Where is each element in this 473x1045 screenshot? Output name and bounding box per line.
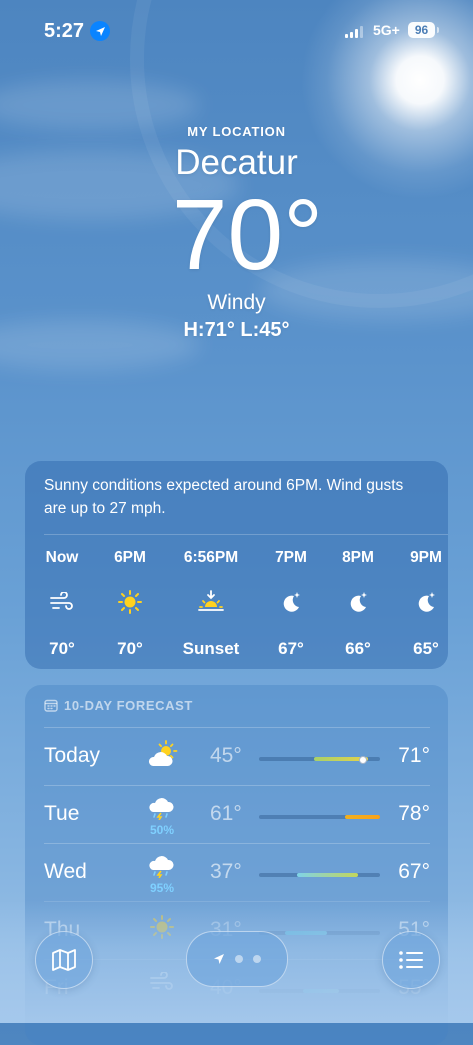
location-arrow-icon [214, 954, 224, 964]
thunderstorm-rain-icon: 95% [142, 856, 182, 895]
moon-stars-icon [261, 589, 321, 615]
hour-label: Now [45, 549, 79, 566]
current-temperature-marker [359, 756, 367, 764]
cellular-signal-icon [345, 26, 363, 38]
city-name: Decatur [175, 143, 298, 182]
current-temperature: 70° [171, 179, 324, 291]
wind-icon [32, 589, 92, 615]
hour-label: 7PM [275, 549, 307, 566]
hour-item: 7PM 67° [261, 549, 321, 659]
forecast-row-wed[interactable]: Wed 95% 37° 67° [44, 843, 430, 902]
page-dot[interactable] [253, 955, 261, 963]
low-temperature: 61° [210, 802, 242, 825]
hour-item: 6:56PM Sunset [181, 549, 241, 659]
high-temperature: 71° [398, 744, 430, 767]
forecast-row-tue[interactable]: Tue 50% 61° 78° [44, 785, 430, 844]
condition-text: Windy [207, 291, 266, 314]
day-label: Today [44, 744, 101, 767]
high-temperature: 67° [398, 860, 430, 883]
sun-icon [142, 914, 182, 945]
sunset-icon [181, 589, 241, 615]
battery-level: 96 [414, 23, 429, 37]
map-icon [52, 949, 76, 971]
hour-item: Now 70° [32, 549, 92, 659]
battery-icon: 96 [408, 22, 435, 38]
precipitation-chance: 95% [149, 881, 175, 895]
hour-value: Sunset [182, 639, 240, 658]
hour-temperature: 67° [278, 639, 304, 658]
ten-day-forecast-card[interactable]: 10-DAY FORECAST Today 45° 71° Tue 50% 61… [25, 685, 448, 1045]
hour-item: 9PM 65° [396, 549, 456, 659]
hour-temperature: 70° [49, 639, 75, 658]
divider [44, 534, 448, 535]
network-type: 5G+ [373, 22, 400, 38]
thunderstorm-rain-icon: 50% [142, 798, 182, 837]
list-icon [399, 951, 423, 969]
forecast-title: 10-DAY FORECAST [64, 698, 193, 713]
hourly-forecast-card[interactable]: Sunny conditions expected around 6PM. Wi… [25, 461, 448, 669]
wind-icon [142, 971, 182, 997]
day-label: Tue [44, 802, 80, 825]
high-temperature: 78° [398, 802, 430, 825]
temperature-range-bar [259, 989, 380, 993]
forecast-summary: Sunny conditions expected around 6PM. Wi… [44, 477, 404, 517]
page-dot[interactable] [235, 955, 243, 963]
locations-list-button[interactable] [382, 931, 440, 989]
calendar-icon [44, 699, 58, 712]
precipitation-chance: 50% [149, 823, 175, 837]
current-conditions: MY LOCATION Decatur 70° Windy H:71° L:45… [0, 124, 473, 342]
moon-stars-icon [328, 589, 388, 615]
temperature-range-bar [259, 931, 380, 935]
day-label: Wed [44, 860, 87, 883]
moon-stars-icon [396, 589, 456, 615]
forecast-header: 10-DAY FORECAST [44, 698, 193, 713]
temperature-range-bar [259, 873, 380, 877]
status-bar: 5:27 5G+ 96 [0, 0, 473, 60]
forecast-row-today[interactable]: Today 45° 71° [44, 727, 430, 786]
hour-label: 9PM [410, 549, 442, 566]
hour-item: 6PM 70° [100, 549, 160, 659]
hour-temperature: 70° [117, 639, 143, 658]
hour-label: 6PM [114, 549, 146, 566]
hour-label: 8PM [342, 549, 374, 566]
location-pager[interactable] [186, 931, 288, 987]
hour-temperature: 65° [413, 639, 439, 658]
low-temperature: 45° [210, 744, 242, 767]
high-low: H:71° L:45° [183, 319, 290, 341]
location-services-icon [90, 21, 110, 41]
temperature-range-bar [259, 815, 380, 819]
partly-sunny-icon [142, 740, 182, 775]
hour-label: 6:56PM [183, 549, 239, 566]
low-temperature: 37° [210, 860, 242, 883]
location-caption: MY LOCATION [187, 124, 286, 139]
temperature-range-bar [259, 756, 380, 764]
sun-icon [100, 589, 160, 615]
map-button[interactable] [35, 931, 93, 989]
clock-time: 5:27 [44, 20, 85, 42]
hour-item: 8PM 66° [328, 549, 388, 659]
hour-temperature: 66° [345, 639, 371, 658]
